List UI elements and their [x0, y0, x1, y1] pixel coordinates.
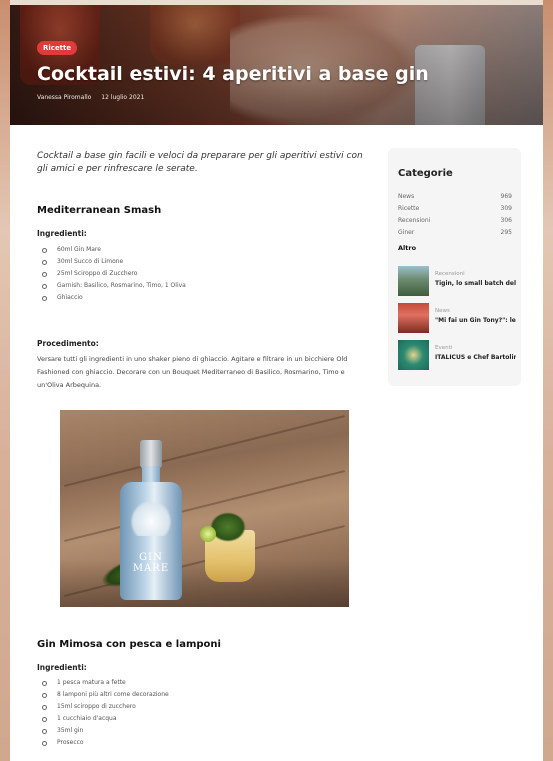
list-item: Ghiaccio [37, 292, 365, 304]
category-item-news[interactable]: News 969 [398, 193, 512, 204]
bottle-cap [140, 440, 162, 468]
lime-slice [200, 526, 216, 542]
list-item: 1 pesca matura a fette [37, 677, 365, 689]
list-item: 15ml sciroppo di zucchero [37, 701, 365, 713]
category-item-giner[interactable]: Giner 295 [398, 229, 512, 240]
related-post[interactable]: Recensioni Tigin, lo small batch del [398, 266, 516, 296]
ingredients-label: Ingredienti: [37, 229, 87, 238]
ingredients-list: 60ml Gin Mare 30ml Succo di Limone 25ml … [37, 244, 365, 304]
background-left [0, 0, 10, 761]
sidebar-title: Categorie [398, 168, 453, 179]
article-body: Cocktail a base gin facili e veloci da p… [37, 150, 365, 746]
post-title[interactable]: Tigin, lo small batch del [435, 280, 516, 287]
list-item: 35ml gin [37, 725, 365, 737]
category-item-recensioni[interactable]: Recensioni 306 [398, 217, 512, 228]
hero-banner: Ricette Cocktail estivi: 4 aperitivi a b… [10, 5, 543, 125]
list-item: 30ml Succo di Limone [37, 256, 365, 268]
list-item: Garnish: Basilico, Rosmarino, Timo, 1 Ol… [37, 280, 365, 292]
herb-garnish [210, 512, 246, 542]
category-name: Giner [398, 229, 415, 236]
category-count: 306 [500, 217, 512, 224]
category-count: 295 [500, 229, 512, 236]
list-item: 25ml Sciroppo di Zucchero [37, 268, 365, 280]
list-item: Prosecco [37, 737, 365, 749]
photo-plank [64, 415, 345, 487]
article-intro: Cocktail a base gin facili e veloci da p… [37, 151, 363, 174]
article-page: Ricette Cocktail estivi: 4 aperitivi a b… [10, 5, 543, 761]
bottle-tree-logo [130, 500, 172, 536]
page-title: Cocktail estivi: 4 aperitivi a base gin [37, 63, 429, 85]
category-count: 309 [500, 205, 512, 212]
post-thumbnail [398, 340, 429, 370]
post-thumbnail [398, 303, 429, 333]
related-post[interactable]: News "Mi fai un Gin Tony?": le [398, 303, 516, 333]
author-link[interactable]: Vanessa Piromallo [37, 94, 91, 101]
post-category: Eventi [435, 345, 453, 351]
post-title[interactable]: ITALICUS e Chef Bartolin [435, 354, 516, 361]
list-item: 1 cucchiaio d'acqua [37, 713, 365, 725]
category-name: Ricette [398, 205, 420, 212]
post-category: Recensioni [435, 271, 465, 277]
procedure-text: Versare tutti gli ingredienti in uno sha… [37, 355, 348, 389]
bottle-label: GIN MARE [132, 552, 170, 574]
post-thumbnail [398, 266, 429, 296]
category-count: 969 [500, 193, 512, 200]
post-meta: Vanessa Piromallo 12 luglio 2021 [37, 94, 152, 101]
more-categories-link[interactable]: Altro [398, 244, 416, 252]
sidebar-categories: Categorie News 969 Ricette 309 Recension… [388, 148, 521, 386]
recipe-title: Gin Mimosa con pesca e lamponi [37, 639, 221, 650]
ingredients-label: Ingredienti: [37, 663, 87, 672]
gin-bottle: GIN MARE [120, 440, 182, 600]
post-date: 12 luglio 2021 [101, 94, 145, 101]
category-name: Recensioni [398, 217, 431, 224]
category-tag[interactable]: Ricette [37, 41, 78, 55]
recipe-photo: GIN MARE [60, 410, 349, 607]
ingredients-list: 1 pesca matura a fette 8 lamponi più alt… [37, 677, 365, 749]
recipe-title: Mediterranean Smash [37, 205, 162, 216]
post-title[interactable]: "Mi fai un Gin Tony?": le [435, 317, 516, 324]
category-item-ricette[interactable]: Ricette 309 [398, 205, 512, 216]
list-item: 8 lamponi più altri come decorazione [37, 689, 365, 701]
background-right [543, 0, 553, 761]
list-item: 60ml Gin Mare [37, 244, 365, 256]
post-category: News [435, 308, 450, 314]
category-name: News [398, 193, 415, 200]
procedure-label: Procedimento: [37, 339, 99, 348]
related-post[interactable]: Eventi ITALICUS e Chef Bartolin [398, 340, 516, 370]
